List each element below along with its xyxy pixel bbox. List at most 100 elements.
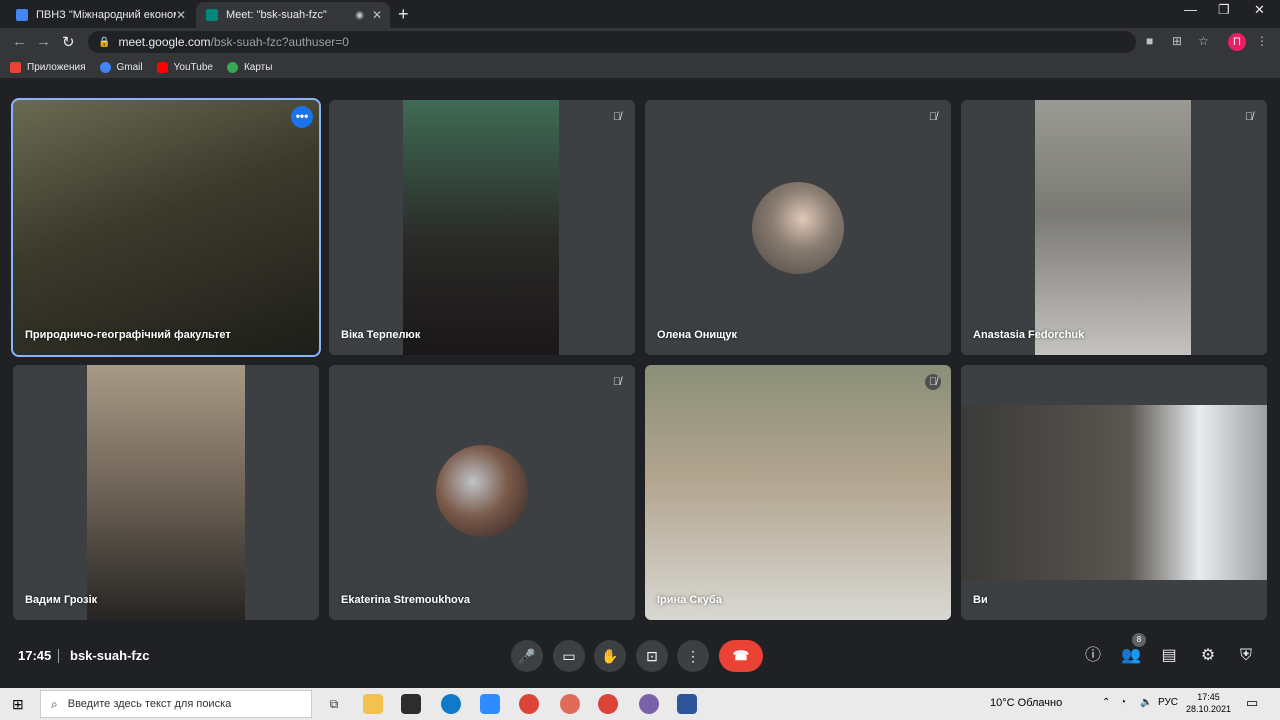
bookmark-label: Приложения <box>27 61 86 73</box>
toolbar: ← → ↻ 🔒 meet.google.com/bsk-suah-fzc?aut… <box>0 28 1280 56</box>
apps-grid-icon <box>10 61 21 73</box>
camera-button[interactable]: ▭ <box>553 640 585 672</box>
language-indicator[interactable]: РУС <box>1158 697 1178 708</box>
close-tab-icon[interactable]: ✕ <box>372 8 382 22</box>
video-feed <box>13 100 319 355</box>
windows-start-icon[interactable]: ⊞ <box>12 696 24 713</box>
people-icon[interactable]: 👥 <box>1120 645 1142 667</box>
mic-off-icon: 🎙̸ <box>928 111 938 123</box>
clock-date: 28.10.2021 <box>1186 704 1232 714</box>
clock-time: 17:45 <box>1197 692 1220 702</box>
participant-tile[interactable]: 🎙̸ Ekaterina Stremoukhova <box>329 365 635 620</box>
present-button[interactable]: ⊡ <box>636 640 668 672</box>
bookmark-label: Gmail <box>116 61 143 73</box>
video-feed <box>1035 100 1191 355</box>
activities-icon[interactable]: ⚙ <box>1197 645 1219 667</box>
avatar <box>436 445 528 537</box>
tab-mek[interactable]: ПВНЗ "Міжнародний економіко- ✕ <box>6 2 194 28</box>
bookmark-label: Карты <box>243 61 273 73</box>
bookmark-gmail[interactable]: Gmail <box>99 61 143 73</box>
notifications-icon[interactable]: ▭ <box>1246 695 1258 711</box>
video-feed <box>87 365 245 620</box>
more-options-icon[interactable]: ••• <box>291 106 313 128</box>
url-host: meet.google.com <box>118 35 211 49</box>
divider <box>58 649 59 663</box>
participant-tile[interactable]: Ви <box>961 365 1267 620</box>
close-window-button[interactable]: ✕ <box>1254 2 1265 18</box>
store-icon[interactable] <box>401 694 421 714</box>
host-controls-icon[interactable]: ⛨ <box>1235 645 1257 667</box>
participant-name: Віка Терпелюк <box>341 329 421 341</box>
volume-icon[interactable]: 🔈 <box>1140 697 1152 708</box>
recording-icon: ◉ <box>355 9 364 21</box>
taskbar-search[interactable]: ⌕ Введите здесь текст для поиска <box>40 690 312 718</box>
word-icon[interactable] <box>677 694 697 714</box>
bookmark-label: YouTube <box>173 61 213 73</box>
new-tab-button[interactable]: + <box>398 4 409 25</box>
camera-icon: ▭ <box>562 647 576 664</box>
participant-tile[interactable]: 🎙̸ Ірина Скуба <box>645 365 951 620</box>
tab-strip: ПВНЗ "Міжнародний економіко- ✕ Meet: "bs… <box>0 0 1280 28</box>
url-path: /bsk-suah-fzc?authuser=0 <box>210 35 349 49</box>
meeting-code: bsk-suah-fzc <box>70 648 150 663</box>
bookmark-youtube[interactable]: YouTube <box>156 61 213 73</box>
phone-hangup-icon: ☎ <box>732 648 750 663</box>
more-options-button[interactable]: ⋮ <box>677 640 709 672</box>
maps-icon <box>226 61 238 73</box>
menu-kebab-icon[interactable]: ⋮ <box>1256 34 1268 48</box>
chat-icon[interactable]: ▤ <box>1158 645 1180 667</box>
edge-icon[interactable] <box>441 694 461 714</box>
maximize-button[interactable]: ❐ <box>1218 2 1230 18</box>
network-icon[interactable]: ◔ <box>1120 697 1126 708</box>
minimize-button[interactable]: — <box>1184 2 1197 17</box>
profile-avatar[interactable]: П <box>1228 33 1246 51</box>
bookmark-apps[interactable]: Приложения <box>10 61 86 73</box>
video-feed <box>645 365 951 620</box>
hand-icon: ✋ <box>601 647 619 664</box>
avatar <box>752 182 844 274</box>
tab-meet[interactable]: Meet: "bsk-suah-fzc" ◉ ✕ <box>196 2 390 28</box>
youtube-icon <box>156 61 168 73</box>
task-view-icon[interactable]: ⧉ <box>324 694 344 714</box>
meeting-details-icon[interactable]: ⓘ <box>1082 645 1104 667</box>
file-explorer-icon[interactable] <box>363 694 383 714</box>
chrome-icon[interactable] <box>598 694 618 714</box>
meeting-time: 17:45 <box>18 648 52 663</box>
participant-tile[interactable]: 🎙̸ Віка Терпелюк <box>329 100 635 355</box>
tab-title: ПВНЗ "Міжнародний економіко- <box>36 9 176 21</box>
reload-icon[interactable]: ↻ <box>62 33 75 51</box>
participant-tile[interactable]: ••• Природничо-географічний факультет <box>11 98 321 357</box>
participant-tile[interactable]: 🎙̸ Олена Онищук <box>645 100 951 355</box>
tab-title: Meet: "bsk-suah-fzc" <box>226 9 327 21</box>
viber-icon[interactable] <box>639 694 659 714</box>
bookmark-maps[interactable]: Карты <box>226 61 273 73</box>
zoom-icon[interactable] <box>480 694 500 714</box>
back-arrow-icon[interactable]: ← <box>12 33 27 50</box>
close-tab-icon[interactable]: ✕ <box>176 8 186 22</box>
participant-tile[interactable]: 🎙̸ Anastasia Fedorchuk <box>961 100 1267 355</box>
participant-name: Природничо-географічний факультет <box>25 329 231 341</box>
search-icon: ⌕ <box>51 696 58 711</box>
address-bar[interactable]: 🔒 meet.google.com/bsk-suah-fzc?authuser=… <box>88 31 1136 53</box>
chevron-up-icon[interactable]: ⌃ <box>1102 697 1110 708</box>
chrome-icon[interactable] <box>519 694 539 714</box>
kebab-menu-icon: ⋮ <box>686 647 700 664</box>
raise-hand-button[interactable]: ✋ <box>594 640 626 672</box>
participant-name: Олена Онищук <box>657 329 738 341</box>
participant-name: Ekaterina Stremoukhova <box>341 594 470 606</box>
google-icon <box>99 61 111 73</box>
microphone-button[interactable]: 🎤 <box>511 640 543 672</box>
taskbar: ⊞ ⌕ Введите здесь текст для поиска ⧉ 10°… <box>0 688 1280 720</box>
translate-icon[interactable]: ⊞ <box>1172 34 1182 48</box>
participant-tile[interactable]: Вадим Грозік <box>13 365 319 620</box>
camera-icon[interactable]: ■ <box>1146 34 1153 48</box>
weather-status[interactable]: 10°C Облачно <box>990 697 1062 709</box>
present-screen-icon: ⊡ <box>646 647 658 664</box>
end-call-button[interactable]: ☎ <box>719 640 763 672</box>
taskbar-clock[interactable]: 17:45 28.10.2021 <box>1186 691 1231 715</box>
mic-off-icon: 🎙̸ <box>1244 111 1254 123</box>
chrome-profile-icon[interactable] <box>560 694 580 714</box>
bookmark-star-icon[interactable]: ☆ <box>1198 34 1209 48</box>
participant-count-badge: 8 <box>1132 633 1146 647</box>
forward-arrow-icon[interactable]: → <box>36 33 51 50</box>
